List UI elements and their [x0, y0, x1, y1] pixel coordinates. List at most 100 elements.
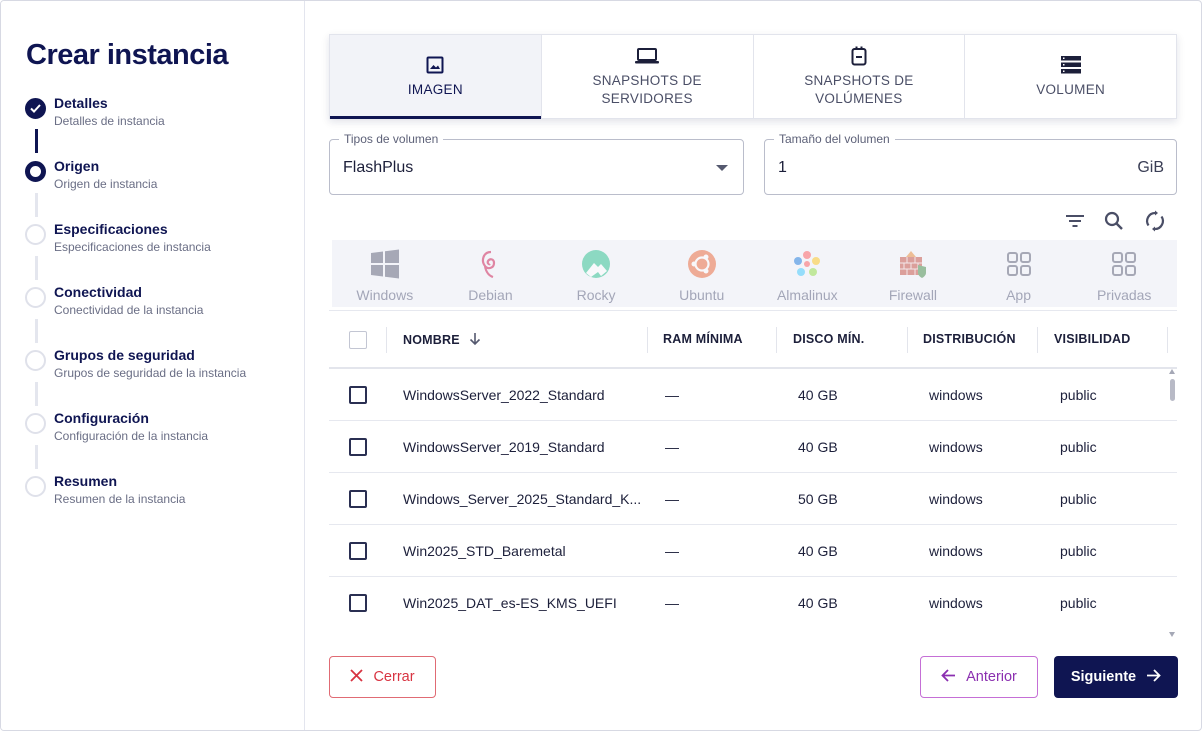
column-divider: [386, 327, 387, 353]
drive-icon: [851, 46, 867, 66]
cell-ram: —: [665, 543, 679, 559]
previous-button-label: Anterior: [966, 669, 1017, 685]
table-row[interactable]: Windows_Server_2025_Standard_K... — 50 G…: [329, 473, 1177, 525]
distro-ubuntu[interactable]: Ubuntu: [649, 240, 755, 307]
distro-label: App: [1006, 287, 1032, 303]
distro-debian[interactable]: Debian: [438, 240, 544, 307]
column-header-nombre[interactable]: NOMBRE: [403, 332, 481, 349]
step-label: Detalles: [54, 95, 108, 111]
table-header: NOMBRE RAM MÍNIMA DISCO MÍN. DISTRIBUCIÓ…: [329, 311, 1177, 369]
cell-visibility: public: [1060, 387, 1097, 403]
arrow-right-icon: [1146, 668, 1161, 686]
step-label: Conectividad: [54, 284, 142, 300]
step-label: Grupos de seguridad: [54, 347, 195, 363]
column-header-disco[interactable]: DISCO MÍN.: [793, 332, 864, 346]
table-row[interactable]: WindowsServer_2019_Standard — 40 GB wind…: [329, 421, 1177, 473]
cell-distro: windows: [929, 439, 983, 455]
pending-step-icon: [25, 350, 46, 371]
step-detalles[interactable]: Detalles Detalles de instancia: [25, 95, 295, 145]
images-table: NOMBRE RAM MÍNIMA DISCO MÍN. DISTRIBUCIÓ…: [329, 310, 1177, 628]
step-connector: [35, 129, 38, 153]
table-scrollbar[interactable]: [1168, 368, 1176, 638]
tab-snapshots-servidores[interactable]: SNAPSHOTS DE SERVIDORES: [542, 35, 754, 118]
step-description: Especificaciones de instancia: [54, 240, 211, 254]
close-button[interactable]: Cerrar: [329, 656, 436, 698]
step-conectividad[interactable]: Conectividad Conectividad de la instanci…: [25, 284, 295, 334]
cell-name: Windows_Server_2025_Standard_K...: [403, 491, 642, 507]
step-grupos-seguridad[interactable]: Grupos de seguridad Grupos de seguridad …: [25, 347, 295, 397]
previous-button[interactable]: Anterior: [920, 656, 1038, 698]
row-checkbox[interactable]: [349, 386, 367, 404]
selected-value: FlashPlus: [343, 159, 414, 176]
row-checkbox[interactable]: [349, 490, 367, 508]
cell-name: WindowsServer_2022_Standard: [403, 387, 605, 403]
input-value: 1: [778, 159, 787, 176]
step-configuracion[interactable]: Configuración Configuración de la instan…: [25, 410, 295, 460]
cell-distro: windows: [929, 491, 983, 507]
row-checkbox[interactable]: [349, 594, 367, 612]
pending-step-icon: [25, 287, 46, 308]
column-header-distribucion[interactable]: DISTRIBUCIÓN: [923, 332, 1016, 346]
distro-almalinux[interactable]: Almalinux: [755, 240, 861, 307]
table-row[interactable]: Win2025_DAT_es-ES_KMS_UEFI — 40 GB windo…: [329, 577, 1177, 628]
step-especificaciones[interactable]: Especificaciones Especificaciones de ins…: [25, 221, 295, 271]
cell-visibility: public: [1060, 439, 1097, 455]
step-resumen[interactable]: Resumen Resumen de la instancia: [25, 473, 295, 523]
step-label: Resumen: [54, 473, 118, 489]
column-divider: [776, 327, 777, 353]
close-button-label: Cerrar: [373, 669, 415, 685]
distro-label: Rocky: [576, 287, 616, 303]
step-origen[interactable]: Origen Origen de instancia: [25, 158, 295, 208]
table-row[interactable]: WindowsServer_2022_Standard — 40 GB wind…: [329, 369, 1177, 421]
distro-firewall[interactable]: Firewall: [860, 240, 966, 307]
image-icon: [426, 55, 444, 75]
column-divider: [907, 327, 908, 353]
almalinux-icon: [791, 248, 823, 280]
next-button[interactable]: Siguiente: [1054, 656, 1178, 698]
sort-arrow-down-icon[interactable]: [469, 332, 481, 349]
filter-icon[interactable]: [1064, 210, 1086, 232]
storage-list-icon: [1060, 55, 1081, 75]
rocky-icon: [580, 248, 612, 280]
distro-label: Privadas: [1096, 287, 1152, 303]
field-legend: Tamaño del volumen: [774, 132, 895, 146]
tab-volumen[interactable]: VOLUMEN: [965, 35, 1176, 118]
scrollbar-thumb[interactable]: [1170, 379, 1175, 401]
row-checkbox[interactable]: [349, 542, 367, 560]
table-row[interactable]: Win2025_STD_Baremetal — 40 GB windows pu…: [329, 525, 1177, 577]
pending-step-icon: [25, 224, 46, 245]
cell-visibility: public: [1060, 595, 1097, 611]
volume-size-input[interactable]: Tamaño del volumen 1 GiB: [764, 132, 1177, 195]
cell-ram: —: [665, 595, 679, 611]
column-title: NOMBRE: [403, 333, 460, 347]
page-title: Crear instancia: [26, 39, 229, 71]
row-checkbox[interactable]: [349, 438, 367, 456]
distro-app[interactable]: App: [966, 240, 1072, 307]
step-connector: [35, 319, 38, 343]
tab-snapshots-volumenes[interactable]: SNAPSHOTS DE VOLÚMENES: [754, 35, 966, 118]
chevron-down-icon: [716, 165, 728, 171]
select-all-checkbox[interactable]: [349, 331, 367, 349]
step-label: Origen: [54, 158, 100, 174]
column-header-ram[interactable]: RAM MÍNIMA: [663, 332, 743, 346]
cell-name: WindowsServer_2019_Standard: [403, 439, 605, 455]
column-header-visibilidad[interactable]: VISIBILIDAD: [1054, 332, 1131, 346]
cell-name: Win2025_DAT_es-ES_KMS_UEFI: [403, 595, 617, 611]
cell-ram: —: [665, 491, 679, 507]
apps-grid-icon: [1003, 248, 1035, 280]
step-description: Conectividad de la instancia: [54, 303, 204, 317]
distro-rocky[interactable]: Rocky: [543, 240, 649, 307]
next-button-label: Siguiente: [1070, 669, 1137, 685]
refresh-icon[interactable]: [1144, 210, 1166, 232]
column-divider: [1037, 327, 1038, 353]
cell-visibility: public: [1060, 491, 1097, 507]
tab-imagen[interactable]: IMAGEN: [330, 35, 542, 119]
firewall-icon: [897, 248, 929, 280]
search-icon[interactable]: [1103, 210, 1125, 232]
wizard-sidebar: Crear instancia Detalles Detalles de ins…: [1, 1, 305, 730]
volume-type-select[interactable]: Tipos de volumen FlashPlus: [329, 132, 744, 195]
source-tabs: IMAGEN SNAPSHOTS DE SERVIDORES SNAPSHOTS…: [329, 34, 1177, 119]
distro-privadas[interactable]: Privadas: [1071, 240, 1177, 307]
distro-windows[interactable]: Windows: [332, 240, 438, 307]
step-description: Origen de instancia: [54, 177, 158, 191]
